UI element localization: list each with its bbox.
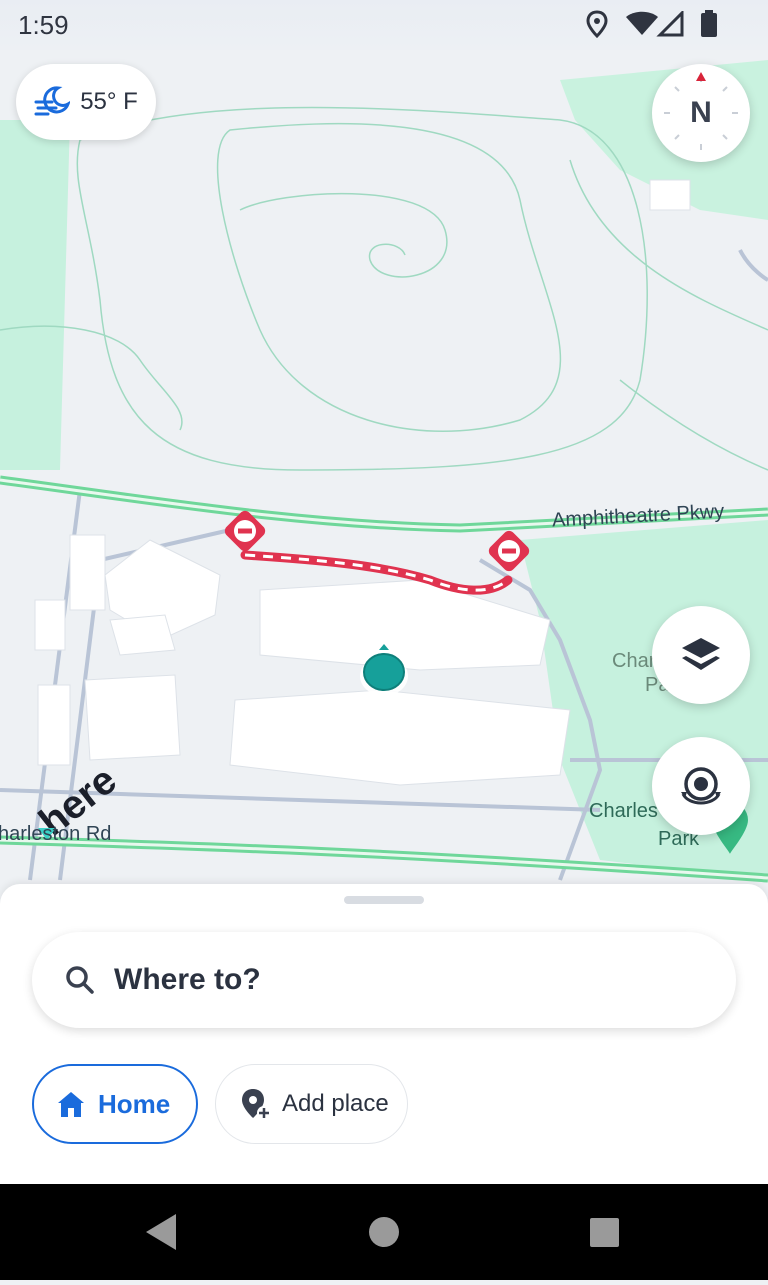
home-nav-icon[interactable] [369,1217,399,1247]
park-area-left [0,120,70,470]
status-icons [586,10,718,38]
back-icon[interactable] [146,1214,176,1250]
recenter-button[interactable] [652,737,750,835]
system-nav-bar [0,1184,768,1280]
location-icon [586,10,608,38]
sheet-drag-handle[interactable] [344,896,424,904]
home-chip-label: Home [98,1088,171,1119]
bottom-sheet: Where to? Home Add place [0,884,768,1184]
park-label-2-line1: Charles [589,800,658,822]
wifi-signal-icon [626,11,684,37]
compass-ticks-icon [664,72,738,150]
status-bar: 1:59 [0,0,768,50]
status-time: 1:59 [18,10,69,40]
map-layers-button[interactable] [652,606,750,704]
recenter-icon [681,767,721,805]
battery-icon [701,10,717,37]
weather-chip[interactable]: 55° F [16,64,156,140]
home-chip[interactable]: Home [32,1064,198,1144]
park-label-1-line1: Char [612,650,656,672]
compass-button[interactable]: N [652,64,750,162]
layers-icon [682,638,720,670]
weather-temperature: 55° F [80,88,138,115]
add-place-icon [242,1089,271,1120]
street-label-charleston: harleston Rd [0,823,112,845]
recents-icon[interactable] [590,1218,619,1247]
add-place-chip-label: Add place [282,1090,389,1117]
search-bar[interactable]: Where to? [32,932,736,1028]
wind-moon-icon [34,86,71,116]
home-icon [58,1092,84,1117]
search-icon [66,966,94,994]
search-placeholder: Where to? [114,963,261,996]
add-place-chip[interactable]: Add place [215,1064,408,1144]
